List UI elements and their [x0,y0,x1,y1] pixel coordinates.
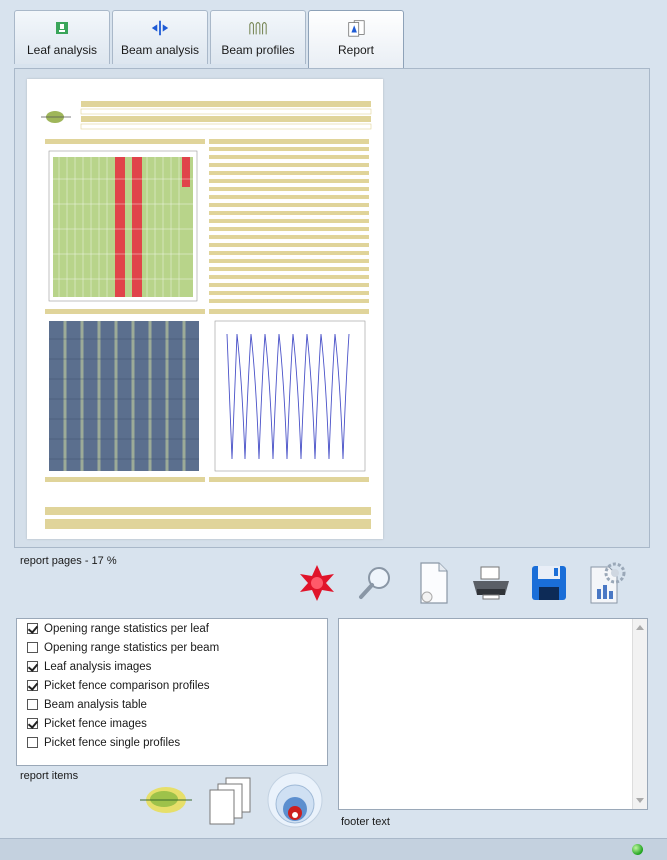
checkbox[interactable] [27,737,38,748]
report-item-label: Opening range statistics per beam [44,641,220,654]
report-item-3[interactable]: Picket fence comparison profiles [17,676,327,695]
status-ok-icon [632,844,643,855]
checkbox[interactable] [27,642,38,653]
report-items-caption: report items [20,770,79,782]
zoom-icon[interactable] [346,553,404,613]
report-page-image [41,101,372,529]
report-toolbar [288,552,636,614]
footer-text-value [339,619,647,627]
tab-label: Beam analysis [120,43,200,57]
footer-text-caption: footer text [341,816,390,828]
report-item-label: Opening range statistics per leaf [44,622,209,635]
report-item-label: Picket fence single profiles [44,736,181,749]
beam-analysis-icon [150,19,170,37]
report-item-5[interactable]: Picket fence images [17,714,327,733]
report-item-6[interactable]: Picket fence single profiles [17,733,327,752]
tab-beam-analysis[interactable]: Beam analysis [112,10,208,64]
target-icon[interactable] [266,770,324,830]
report-page-thumbnail[interactable] [27,79,383,539]
multiple-pages-icon[interactable] [204,770,256,830]
status-bar [0,838,667,860]
save-icon[interactable] [520,553,578,613]
preview-zoom-caption: report pages - 17 % [20,555,117,567]
report-item-label: Beam analysis table [44,698,147,711]
report-items-list: Opening range statistics per leaf Openin… [16,618,328,766]
tab-label: Report [337,43,375,57]
report-item-label: Picket fence images [44,717,147,730]
checkbox[interactable] [27,718,38,729]
scroll-up-icon[interactable] [636,625,644,630]
checkbox[interactable] [27,623,38,634]
checkbox[interactable] [27,680,38,691]
report-item-1[interactable]: Opening range statistics per beam [17,638,327,657]
report-logo [41,111,71,123]
company-logo-icon[interactable] [138,770,194,830]
report-icon [346,19,366,37]
tab-report[interactable]: Report [308,10,404,68]
checkbox[interactable] [27,699,38,710]
checkbox[interactable] [27,661,38,672]
report-item-4[interactable]: Beam analysis table [17,695,327,714]
tab-label: Leaf analysis [26,43,98,57]
print-icon[interactable] [462,553,520,613]
report-item-2[interactable]: Leaf analysis images [17,657,327,676]
generate-report-icon[interactable] [288,553,346,613]
tab-leaf-analysis[interactable]: Leaf analysis [14,10,110,64]
report-item-label: Picket fence comparison profiles [44,679,210,692]
report-item-0[interactable]: Opening range statistics per leaf [17,619,327,638]
leaf-analysis-icon [52,19,72,37]
tab-bar: Leaf analysis Beam analysis Beam profile… [14,10,406,68]
footer-scrollbar[interactable] [632,619,647,809]
export-pdf-icon[interactable] [404,553,462,613]
footer-text-input[interactable] [338,618,648,810]
tab-beam-profiles[interactable]: Beam profiles [210,10,306,64]
beam-profiles-icon [248,19,268,37]
tab-label: Beam profiles [221,43,295,57]
report-preview-panel[interactable] [14,68,650,548]
scroll-down-icon[interactable] [636,798,644,803]
report-item-label: Leaf analysis images [44,660,152,673]
settings-icon[interactable] [578,553,636,613]
report-item-actions [138,770,334,830]
